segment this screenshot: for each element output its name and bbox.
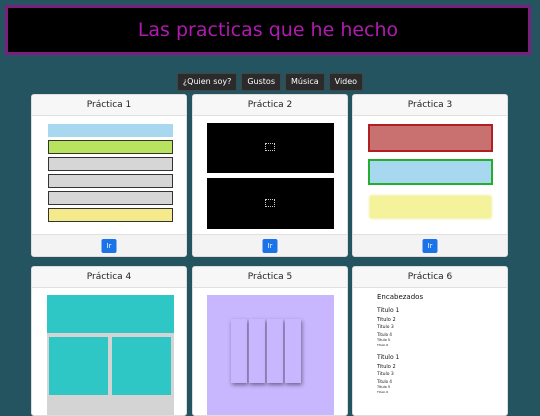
go-button[interactable]: Ir	[422, 239, 438, 253]
card-title: Práctica 3	[353, 95, 507, 116]
card-title: Práctica 5	[193, 267, 347, 288]
preview-block	[48, 208, 173, 222]
preview-block	[48, 174, 173, 188]
preview-block	[48, 191, 173, 205]
preview-title-2: Titulo 2	[377, 364, 396, 370]
go-button[interactable]: Ir	[262, 239, 278, 253]
preview-column	[49, 337, 108, 395]
card-title: Práctica 1	[32, 95, 186, 116]
card-preview	[193, 116, 347, 234]
card-preview	[193, 288, 347, 415]
practice-card-1: Práctica 1 Ir	[31, 94, 187, 257]
card-footer: Ir	[353, 234, 507, 256]
nav-button-video[interactable]: Video	[328, 73, 364, 91]
preview-title-1: Titulo 1	[377, 307, 400, 314]
preview-title-3: Titulo 3	[377, 372, 394, 377]
preview-title-3: Titulo 3	[377, 325, 394, 330]
preview-block	[370, 196, 491, 218]
preview-layout	[207, 295, 334, 415]
preview-title-5: Titulo 5	[377, 338, 391, 342]
card-footer: Ir	[193, 234, 347, 256]
page-banner: Las practicas que he hecho	[5, 5, 531, 55]
preview-block	[207, 178, 334, 229]
card-preview	[32, 288, 186, 415]
preview-title-1: Titulo 1	[377, 354, 400, 361]
preview-title-2: Titulo 2	[377, 317, 396, 323]
preview-panel	[285, 319, 301, 383]
practice-card-4: Práctica 4	[31, 266, 187, 416]
nav-button-quien-soy[interactable]: ¿Quien soy?	[176, 73, 238, 91]
card-preview	[353, 116, 507, 234]
nav-bar: ¿Quien soy? Gustos Música Video	[0, 73, 540, 91]
preview-block	[48, 157, 173, 171]
preview-title-6: Titulo 6	[377, 343, 389, 347]
preview-title-5: Titulo 5	[377, 385, 391, 389]
practice-card-5: Práctica 5	[192, 266, 348, 416]
preview-layout	[47, 295, 174, 415]
preview-panel	[267, 319, 283, 383]
card-footer: Ir	[32, 234, 186, 256]
preview-title-4: Titulo 4	[377, 379, 392, 384]
preview-block	[48, 140, 173, 154]
preview-block	[368, 124, 493, 152]
preview-block	[368, 159, 493, 185]
preview-block	[207, 123, 334, 173]
card-title: Práctica 6	[353, 267, 507, 288]
card-preview: Encabezados Titulo 1 Titulo 2 Titulo 3 T…	[353, 288, 507, 415]
card-title: Práctica 2	[193, 95, 347, 116]
preview-panel	[249, 319, 265, 383]
preview-figure	[265, 199, 275, 207]
practice-card-6: Práctica 6 Encabezados Titulo 1 Titulo 2…	[352, 266, 508, 416]
preview-title-4: Titulo 4	[377, 332, 392, 337]
practice-card-2: Práctica 2 Ir	[192, 94, 348, 257]
go-button[interactable]: Ir	[101, 239, 117, 253]
preview-header	[47, 295, 174, 333]
card-title: Práctica 4	[32, 267, 186, 288]
page-title: Las practicas que he hecho	[137, 19, 399, 41]
preview-panel	[231, 319, 247, 383]
preview-figure	[265, 143, 275, 151]
nav-button-musica[interactable]: Música	[284, 73, 325, 91]
card-preview	[32, 116, 186, 234]
preview-heading: Encabezados	[377, 293, 424, 301]
preview-block	[48, 124, 173, 137]
nav-button-gustos[interactable]: Gustos	[241, 73, 281, 91]
preview-column	[112, 337, 171, 395]
preview-title-6: Titulo 6	[377, 390, 389, 394]
practice-card-3: Práctica 3 Ir	[352, 94, 508, 257]
